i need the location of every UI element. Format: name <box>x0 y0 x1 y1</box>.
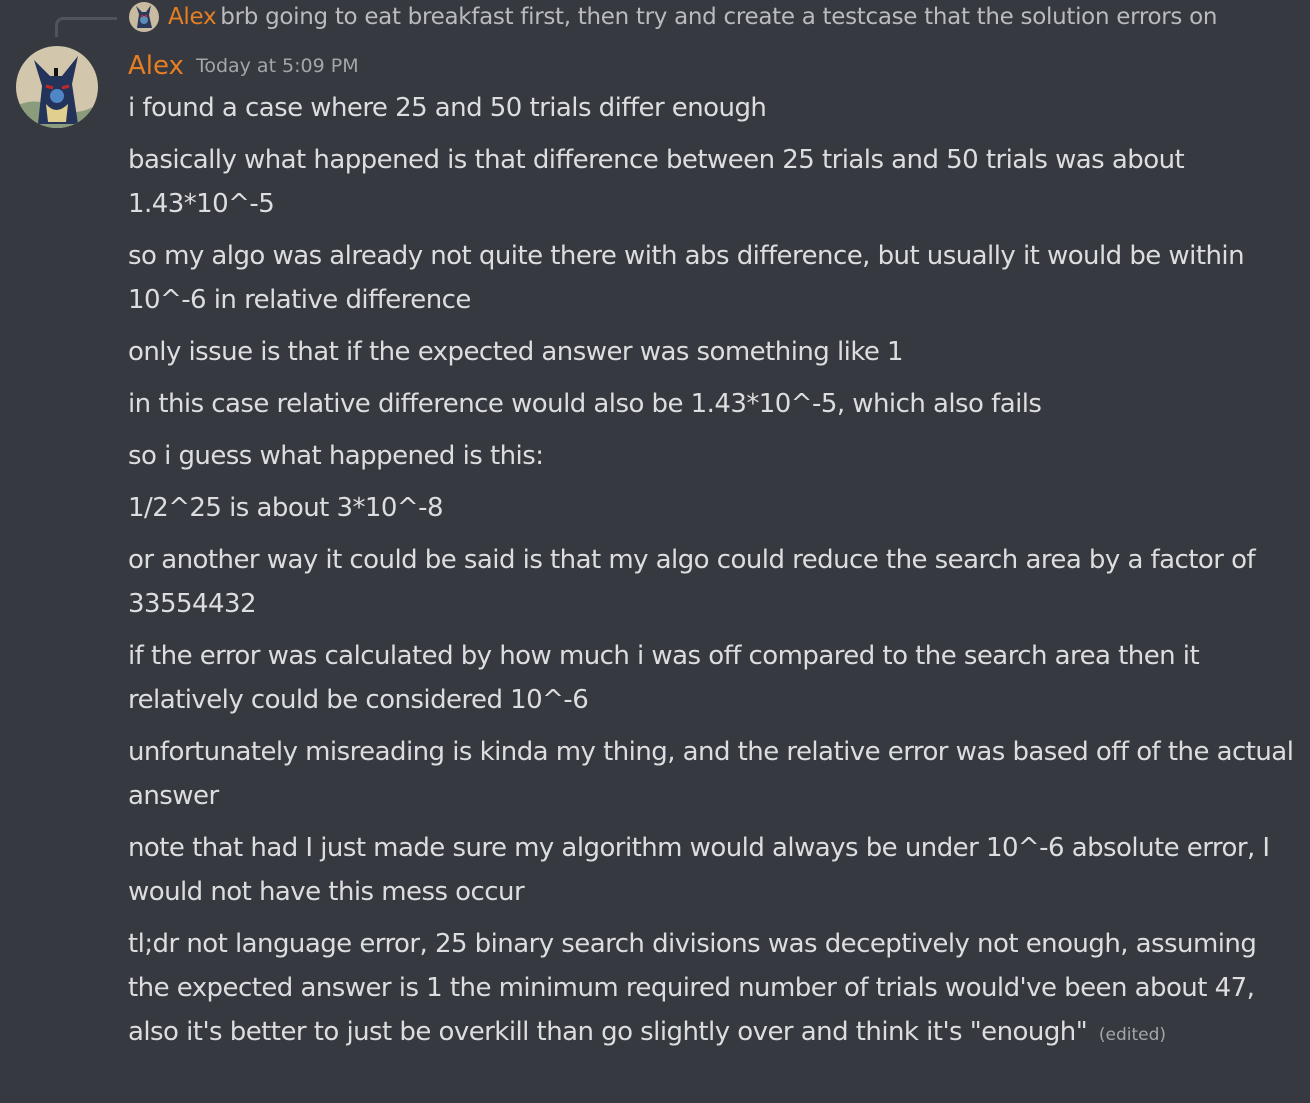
message-line[interactable]: i found a case where 25 and 50 trials di… <box>128 86 1303 130</box>
reply-content[interactable]: Alex brb going to eat breakfast first, th… <box>168 2 1217 32</box>
edited-label: (edited) <box>1098 1025 1167 1045</box>
reply-reference[interactable]: Alex brb going to eat breakfast first, th… <box>0 0 1310 37</box>
message-header: Alex Today at 5:09 PM <box>128 46 359 86</box>
reply-author[interactable]: Alex <box>168 4 217 30</box>
message-line[interactable]: if the error was calculated by how much … <box>128 634 1303 722</box>
avatar[interactable] <box>16 46 98 128</box>
message-timestamp[interactable]: Today at 5:09 PM <box>196 55 359 77</box>
message-line-last[interactable]: tl;dr not language error, 25 binary sear… <box>128 922 1303 1057</box>
reply-avatar[interactable] <box>129 2 159 32</box>
message-line[interactable]: in this case relative difference would a… <box>128 382 1303 426</box>
message-line[interactable]: unfortunately misreading is kinda my thi… <box>128 730 1303 818</box>
message-line[interactable]: so my algo was already not quite there w… <box>128 234 1303 322</box>
author-name[interactable]: Alex <box>128 51 184 81</box>
chat-view: Alex brb going to eat breakfast first, th… <box>0 0 1310 1103</box>
message-line[interactable]: basically what happened is that differen… <box>128 138 1303 226</box>
message-line[interactable]: only issue is that if the expected answe… <box>128 330 1303 374</box>
message-line[interactable]: or another way it could be said is that … <box>128 538 1303 626</box>
message-line[interactable]: so i guess what happened is this: <box>128 434 1303 478</box>
reply-message-text: brb going to eat breakfast first, then t… <box>220 4 1218 30</box>
message-line-text: tl;dr not language error, 25 binary sear… <box>128 929 1257 1047</box>
message-line[interactable]: note that had I just made sure my algori… <box>128 826 1303 914</box>
message-group: i found a case where 25 and 50 trials di… <box>128 86 1303 1065</box>
message-line[interactable]: 1/2^25 is about 3*10^-8 <box>128 486 1303 530</box>
reply-spine <box>55 17 117 37</box>
